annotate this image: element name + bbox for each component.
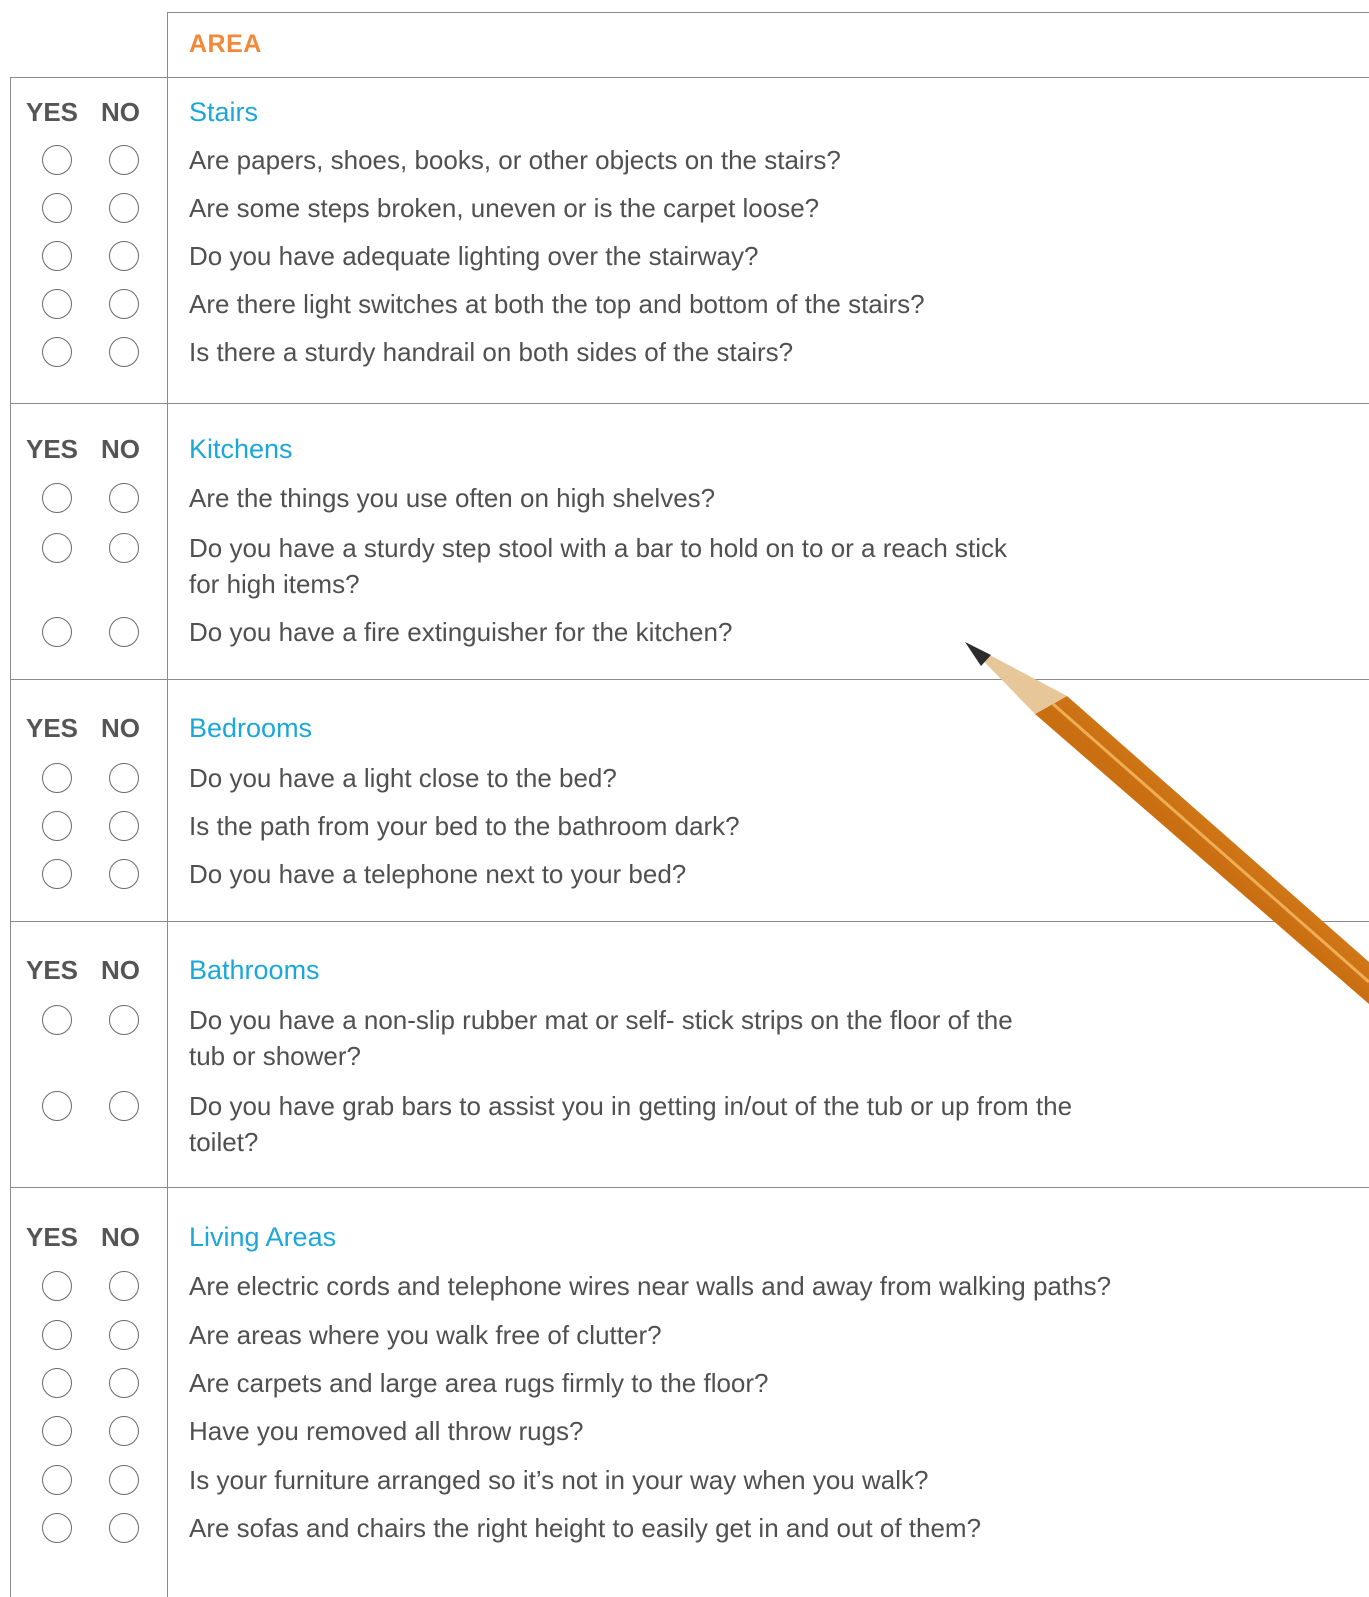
question-text: Are carpets and large area rugs firmly t… <box>189 1368 769 1398</box>
no-radio[interactable] <box>109 1320 139 1350</box>
section-divider <box>10 679 1369 680</box>
yes-radio[interactable] <box>42 1271 72 1301</box>
no-radio[interactable] <box>109 1368 139 1398</box>
section-divider <box>10 1187 1369 1188</box>
yes-column-label: YES <box>26 434 79 464</box>
no-radio[interactable] <box>109 859 139 889</box>
yes-radio[interactable] <box>42 1465 72 1495</box>
no-radio[interactable] <box>109 811 139 841</box>
section-title: Living Areas <box>189 1222 337 1252</box>
yes-column-label: YES <box>26 713 79 743</box>
question-text: Are the things you use often on high she… <box>189 483 716 513</box>
section-title: Kitchens <box>189 434 293 464</box>
question-text: Is the path from your bed to the bathroo… <box>189 811 740 841</box>
yes-radio[interactable] <box>42 1416 72 1446</box>
home-safety-checklist: AREA YES NO Stairs Are papers, shoes, books… <box>0 0 1369 1597</box>
question-text: Do you have grab bars to assist you in g… <box>189 1091 1073 1121</box>
no-radio[interactable] <box>109 617 139 647</box>
yes-radio[interactable] <box>42 241 72 271</box>
yes-radio[interactable] <box>42 145 72 175</box>
pencil-body <box>1035 696 1369 1004</box>
section-title: Bathrooms <box>189 955 320 985</box>
header-bottom-rule <box>10 77 1369 78</box>
no-radio[interactable] <box>109 1416 139 1446</box>
no-radio[interactable] <box>109 337 139 367</box>
question-text: Is your furniture arranged so it’s not i… <box>189 1465 929 1495</box>
pencil-wood-tip <box>965 642 1067 714</box>
yes-radio[interactable] <box>42 193 72 223</box>
question-text: Do you have adequate lighting over the s… <box>189 241 759 271</box>
yes-radio[interactable] <box>42 1091 72 1121</box>
no-radio[interactable] <box>109 1005 139 1035</box>
no-column-label: NO <box>101 434 140 464</box>
section-title: Stairs <box>189 97 259 127</box>
question-text: Are sofas and chairs the right height to… <box>189 1513 982 1543</box>
left-border <box>10 77 11 1597</box>
question-text: Are there light switches at both the top… <box>189 289 925 319</box>
yes-column-label: YES <box>26 1222 79 1252</box>
question-text-continued: tub or shower? <box>189 1041 361 1071</box>
no-radio[interactable] <box>109 483 139 513</box>
question-text: Are some steps broken, uneven or is the … <box>189 193 820 223</box>
yes-radio[interactable] <box>42 1005 72 1035</box>
no-column-label: NO <box>101 1222 140 1252</box>
no-column-label: NO <box>101 955 140 985</box>
no-radio[interactable] <box>109 533 139 563</box>
column-divider <box>167 12 168 1597</box>
no-radio[interactable] <box>109 1513 139 1543</box>
yes-radio[interactable] <box>42 483 72 513</box>
no-radio[interactable] <box>109 1271 139 1301</box>
yes-radio[interactable] <box>42 533 72 563</box>
yes-radio[interactable] <box>42 617 72 647</box>
question-text: Have you removed all throw rugs? <box>189 1416 584 1446</box>
no-radio[interactable] <box>109 1091 139 1121</box>
question-text: Do you have a fire extinguisher for the … <box>189 617 733 647</box>
question-text-continued: for high items? <box>189 569 360 599</box>
question-text: Are electric cords and telephone wires n… <box>189 1271 1112 1301</box>
question-text: Do you have a sturdy step stool with a b… <box>189 533 1007 563</box>
question-text: Is there a sturdy handrail on both sides… <box>189 337 794 367</box>
no-column-label: NO <box>101 713 140 743</box>
yes-column-label: YES <box>26 955 79 985</box>
no-radio[interactable] <box>109 1465 139 1495</box>
no-radio[interactable] <box>109 193 139 223</box>
section-divider <box>10 921 1369 922</box>
yes-radio[interactable] <box>42 289 72 319</box>
area-column-header: AREA <box>189 30 262 58</box>
question-text: Are papers, shoes, books, or other objec… <box>189 145 841 175</box>
no-radio[interactable] <box>109 145 139 175</box>
no-radio[interactable] <box>109 289 139 319</box>
question-text: Do you have a non-slip rubber mat or sel… <box>189 1005 1013 1035</box>
question-text-continued: toilet? <box>189 1127 259 1157</box>
question-text: Are areas where you walk free of clutter… <box>189 1320 662 1350</box>
no-radio[interactable] <box>109 241 139 271</box>
section-divider <box>10 403 1369 404</box>
question-text: Do you have a light close to the bed? <box>189 763 617 793</box>
yes-radio[interactable] <box>42 811 72 841</box>
section-title: Bedrooms <box>189 713 313 743</box>
header-top-rule <box>167 12 1369 13</box>
yes-radio[interactable] <box>42 337 72 367</box>
yes-radio[interactable] <box>42 763 72 793</box>
yes-radio[interactable] <box>42 1320 72 1350</box>
question-text: Do you have a telephone next to your bed… <box>189 859 687 889</box>
yes-radio[interactable] <box>42 1513 72 1543</box>
no-column-label: NO <box>101 97 140 127</box>
no-radio[interactable] <box>109 763 139 793</box>
yes-column-label: YES <box>26 97 79 127</box>
yes-radio[interactable] <box>42 859 72 889</box>
yes-radio[interactable] <box>42 1368 72 1398</box>
